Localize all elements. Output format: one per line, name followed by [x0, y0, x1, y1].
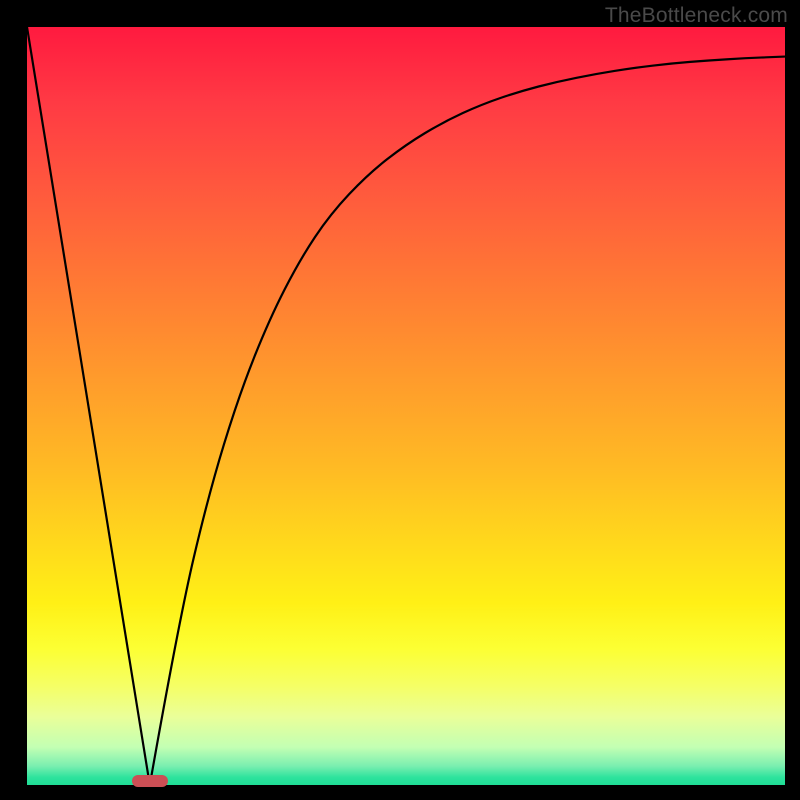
chart-frame: TheBottleneck.com [0, 0, 800, 800]
optimum-marker [132, 775, 168, 787]
bottleneck-curve [27, 27, 785, 785]
curve-left-branch [27, 27, 150, 785]
watermark-text: TheBottleneck.com [605, 4, 788, 28]
curve-right-branch [150, 57, 785, 785]
plot-area [27, 27, 785, 785]
